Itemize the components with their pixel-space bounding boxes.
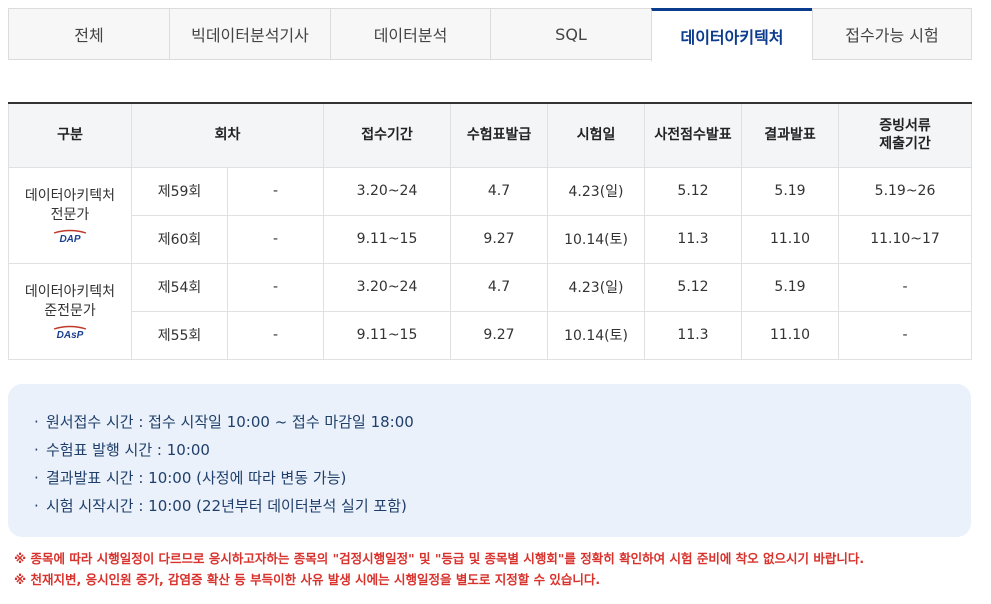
pre-score-cell: 5.12 [644, 262, 743, 312]
sub-cell: - [226, 310, 325, 360]
header-round: 회차 [130, 102, 325, 168]
notice-text: 원서접수 시간 : 접수 시작일 10:00 ~ 접수 마감일 18:00 [46, 413, 414, 431]
header-ticket-issue: 수험표발급 [450, 102, 549, 168]
tab-all[interactable]: 전체 [8, 8, 169, 60]
exam-schedule-table: 구분 회차 접수기간 수험표발급 시험일 사전점수발표 결과발표 증빙서류 제출… [8, 102, 973, 360]
category-name-line1: 데이터아키텍처 [24, 188, 116, 204]
warning-force-majeure: ※ 천재지변, 응시인원 증가, 감염증 확산 등 부득이한 사유 발생 시에는… [14, 572, 601, 587]
round-cell: 제59회 [131, 166, 228, 216]
document-cell: - [838, 310, 973, 360]
bullet-icon: · [34, 469, 39, 487]
category-tabs: 전체 빅데이터분석기사 데이터분석 SQL 데이터아키텍처 접수가능 시험 [8, 8, 972, 62]
time-notice-box: · 원서접수 시간 : 접수 시작일 10:00 ~ 접수 마감일 18:00 ·… [8, 384, 971, 537]
sub-cell: - [226, 262, 325, 312]
table-row: 제55회 - 9.11~15 9.27 10.14(토) 11.3 11.10 … [9, 310, 973, 360]
notice-item: · 원서접수 시간 : 접수 시작일 10:00 ~ 접수 마감일 18:00 [34, 408, 971, 436]
svg-text:DAP: DAP [59, 234, 80, 243]
dap-logo: DAP [53, 229, 87, 243]
category-name-line1: 데이터아키텍처 [24, 284, 116, 300]
svg-text:DAsP: DAsP [57, 330, 84, 339]
notice-text: 수험표 발행 시간 : 10:00 [46, 441, 210, 459]
table-row: 제60회 - 9.11~15 9.27 10.14(토) 11.3 11.10 … [9, 214, 973, 264]
header-exam-date: 시험일 [547, 102, 646, 168]
notice-text: 결과발표 시간 : 10:00 (사정에 따라 변동 가능) [46, 469, 347, 487]
document-cell: 11.10~17 [838, 214, 973, 264]
ticket-cell: 4.7 [450, 262, 549, 312]
tab-sql[interactable]: SQL [490, 8, 651, 60]
application-cell: 9.11~15 [323, 310, 452, 360]
application-cell: 3.20~24 [323, 262, 452, 312]
tab-bigdata-analyst[interactable]: 빅데이터분석기사 [169, 8, 330, 60]
bullet-icon: · [34, 497, 39, 515]
result-cell: 5.19 [741, 262, 840, 312]
exam-date-cell: 10.14(토) [547, 214, 646, 264]
warning-schedule: ※ 종목에 따라 시행일정이 다르므로 응시하고자하는 종목의 "검정시행일정"… [14, 551, 865, 566]
document-cell: - [838, 262, 973, 312]
header-category: 구분 [8, 102, 132, 168]
notice-item: · 수험표 발행 시간 : 10:00 [34, 436, 971, 464]
tab-data-architecture[interactable]: 데이터아키텍처 [651, 8, 812, 62]
header-pre-score: 사전점수발표 [644, 102, 743, 168]
notice-item: · 결과발표 시간 : 10:00 (사정에 따라 변동 가능) [34, 464, 971, 492]
header-result: 결과발표 [741, 102, 840, 168]
tab-open-exams[interactable]: 접수가능 시험 [812, 8, 972, 60]
ticket-cell: 9.27 [450, 214, 549, 264]
exam-date-cell: 4.23(일) [547, 262, 646, 312]
header-document-period: 증빙서류 제출기간 [838, 102, 973, 168]
result-cell: 11.10 [741, 214, 840, 264]
pre-score-cell: 5.12 [644, 166, 743, 216]
notice-item: · 시험 시작시간 : 10:00 (22년부터 데이터분석 실기 포함) [34, 492, 971, 520]
application-cell: 9.11~15 [323, 214, 452, 264]
pre-score-cell: 11.3 [644, 214, 743, 264]
round-cell: 제55회 [131, 310, 228, 360]
bullet-icon: · [34, 441, 39, 459]
application-cell: 3.20~24 [323, 166, 452, 216]
category-cell-dasp: 데이터아키텍처 준전문가 DAsP [8, 262, 132, 360]
pre-score-cell: 11.3 [644, 310, 743, 360]
round-cell: 제54회 [131, 262, 228, 312]
ticket-cell: 4.7 [450, 166, 549, 216]
result-cell: 11.10 [741, 310, 840, 360]
bullet-icon: · [34, 413, 39, 431]
exam-date-cell: 10.14(토) [547, 310, 646, 360]
tab-data-analysis[interactable]: 데이터분석 [330, 8, 490, 60]
exam-date-cell: 4.23(일) [547, 166, 646, 216]
result-cell: 5.19 [741, 166, 840, 216]
notice-text: 시험 시작시간 : 10:00 (22년부터 데이터분석 실기 포함) [46, 497, 407, 515]
category-cell-dap: 데이터아키텍처 전문가 DAP [8, 166, 132, 264]
round-cell: 제60회 [131, 214, 228, 264]
dasp-logo: DAsP [53, 325, 87, 339]
sub-cell: - [226, 214, 325, 264]
category-name-line2: 전문가 [50, 207, 90, 223]
header-application-period: 접수기간 [323, 102, 452, 168]
document-cell: 5.19~26 [838, 166, 973, 216]
sub-cell: - [226, 166, 325, 216]
ticket-cell: 9.27 [450, 310, 549, 360]
table-header-row: 구분 회차 접수기간 수험표발급 시험일 사전점수발표 결과발표 증빙서류 제출… [8, 102, 973, 168]
table-row: 데이터아키텍처 준전문가 DAsP 제54회 - 3.20~24 4.7 4.2… [8, 262, 973, 360]
header-document-line1: 증빙서류 [879, 118, 931, 135]
header-document-line2: 제출기간 [879, 136, 931, 153]
table-row: 데이터아키텍처 전문가 DAP 제59회 - 3.20~24 4.7 4.23(… [8, 166, 973, 264]
category-name-line2: 준전문가 [44, 303, 96, 319]
